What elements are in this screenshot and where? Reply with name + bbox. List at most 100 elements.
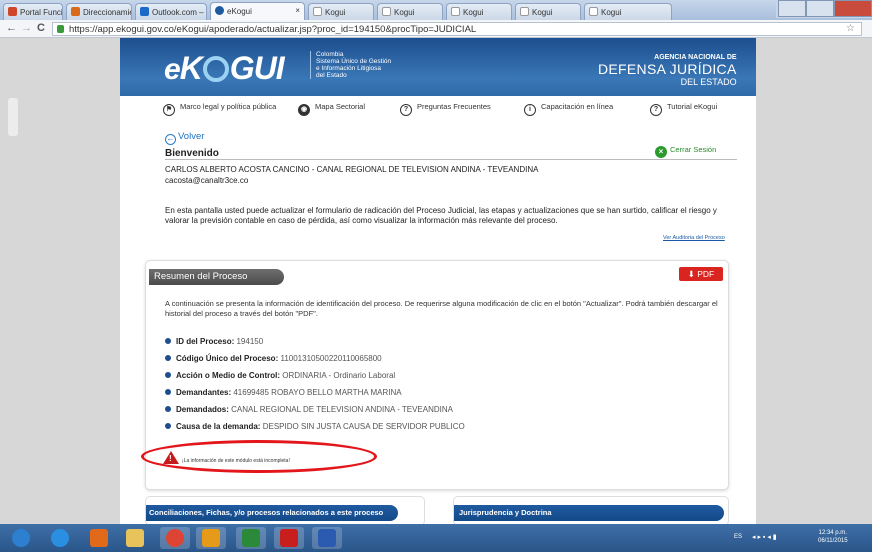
tab-label: Kogui [601, 8, 622, 17]
header-banner: eK GUI Colombia Sistema Único de Gestión … [120, 38, 756, 96]
ekogui-logo[interactable]: eK GUI [164, 50, 285, 87]
jurisprudence-box: Jurisprudencia y Doctrina [453, 496, 729, 526]
page-icon [313, 7, 322, 16]
page-icon [382, 7, 391, 16]
forward-icon[interactable]: → [21, 22, 32, 34]
divider [165, 159, 737, 160]
user-name: CARLOS ALBERTO ACOSTA CANCINO - CANAL RE… [165, 165, 539, 174]
tab-label: Outlook.com – [152, 8, 204, 17]
pdf-button[interactable]: ⬇ PDF [679, 267, 723, 281]
browser-tab-kogui[interactable]: Kogui [584, 3, 672, 20]
minimize-icon[interactable] [778, 0, 806, 17]
language-indicator[interactable]: ES [734, 534, 742, 540]
tab-label: Kogui [325, 8, 346, 17]
info-row-id: ID del Proceso: 194150 [165, 337, 725, 346]
menu-item-marco-legal[interactable]: ⚑ Marco legal y política pública [163, 102, 276, 116]
page-icon [589, 7, 598, 16]
close-tab-icon[interactable]: × [295, 6, 300, 15]
person-icon: i [524, 104, 536, 116]
user-email: cacosta@canaltr3ce.co [165, 176, 249, 185]
logout-button[interactable]: × Cerrar Sesión [655, 145, 716, 158]
address-toolbar: ← → C https://app.ekogui.gov.co/eKogui/a… [0, 20, 872, 38]
highlight-annotation [141, 440, 377, 473]
question-icon: ? [400, 104, 412, 116]
bullet-icon [165, 355, 171, 361]
taskbar-media-icon[interactable] [84, 527, 114, 549]
maximize-icon[interactable] [806, 0, 834, 17]
browser-tab-outlook[interactable]: Outlook.com – [135, 3, 207, 20]
menu-item-preguntas[interactable]: ? Preguntas Frecuentes [400, 102, 491, 116]
tab-label: Kogui [394, 8, 415, 17]
start-button[interactable] [6, 527, 36, 549]
volver-link[interactable]: ← Volver [165, 131, 204, 145]
bullet-icon [165, 338, 171, 344]
taskbar-chrome-icon[interactable] [160, 527, 190, 549]
lock-icon [57, 25, 64, 33]
taskbar-word-icon[interactable] [312, 527, 342, 549]
system-tray: ES ◂ ▸ ▪ ◂ ▮ 12:34 p.m. 06/11/2015 [722, 524, 872, 552]
taskbar-excel-icon[interactable] [236, 527, 266, 549]
info-row-accion: Acción o Medio de Control: ORDINARIA - O… [165, 371, 725, 380]
browser-tab-direccionamiento[interactable]: Direccionamien [66, 3, 132, 20]
tab-label: Portal Función [20, 8, 63, 17]
taskbar-outlook-icon[interactable] [196, 527, 226, 549]
page-icon [520, 7, 529, 16]
help-icon: ? [650, 104, 662, 116]
bookmark-star-icon[interactable]: ☆ [846, 23, 855, 34]
bullet-icon [165, 389, 171, 395]
user-info: CARLOS ALBERTO ACOSTA CANCINO - CANAL RE… [165, 164, 538, 186]
browser-tab-portal[interactable]: Portal Función [3, 3, 63, 20]
side-handle[interactable] [8, 98, 18, 136]
tab-label: Direccionamien [83, 8, 131, 17]
tray-icons[interactable]: ◂ ▸ ▪ ◂ ▮ [752, 533, 777, 541]
bullet-icon [165, 372, 171, 378]
close-circle-icon: × [655, 146, 667, 158]
taskbar-explorer-icon[interactable] [120, 527, 150, 549]
windows-taskbar: ES ◂ ▸ ▪ ◂ ▮ 12:34 p.m. 06/11/2015 [0, 524, 872, 552]
page-title: Bienvenido [165, 148, 219, 159]
summary-intro: A continuación se presenta la informació… [165, 299, 718, 318]
browser-tab-kogui[interactable]: Kogui [515, 3, 581, 20]
url-text: https://app.ekogui.gov.co/eKogui/apodera… [69, 24, 477, 35]
summary-panel: Resumen del Proceso ⬇ PDF A continuación… [141, 260, 729, 490]
tab-label: eKogui [227, 7, 252, 16]
tab-label: Kogui [532, 8, 553, 17]
favicon-icon [71, 7, 80, 16]
logo-subtitle: Colombia Sistema Único de Gestión e Info… [310, 51, 391, 79]
browser-tab-ekogui[interactable]: eKogui × [210, 2, 305, 20]
menu-item-tutorial[interactable]: ? Tutorial eKogui [650, 102, 717, 116]
browser-tab-kogui[interactable]: Kogui [377, 3, 443, 20]
flag-icon: ⚑ [163, 104, 175, 116]
audit-link[interactable]: Ver Auditoria del Proceso [663, 235, 725, 241]
clock[interactable]: 12:34 p.m. 06/11/2015 [818, 529, 848, 545]
close-window-icon[interactable] [834, 0, 872, 17]
menu-item-mapa-sectorial[interactable]: ◉ Mapa Sectorial [298, 102, 365, 116]
url-input[interactable]: https://app.ekogui.gov.co/eKogui/apodera… [52, 22, 862, 36]
browser-tab-kogui[interactable]: Kogui [446, 3, 512, 20]
ekogui-page: eK GUI Colombia Sistema Único de Gestión … [120, 38, 756, 526]
window-controls [776, 0, 872, 18]
reload-icon[interactable]: C [37, 22, 45, 34]
page-icon [451, 7, 460, 16]
menu-item-capacitacion[interactable]: i Capacitación en línea [524, 102, 613, 116]
favicon-icon [215, 6, 224, 15]
page-margin-right [756, 38, 872, 524]
arrow-left-icon: ← [165, 134, 176, 145]
bullet-icon [165, 406, 171, 412]
jurisprudence-header[interactable]: Jurisprudencia y Doctrina [454, 505, 724, 521]
favicon-icon [140, 7, 149, 16]
intro-text: En esta pantalla usted puede actualizar … [165, 206, 717, 225]
page-margin-left [0, 38, 120, 524]
top-menu: ⚑ Marco legal y política pública ◉ Mapa Se… [120, 98, 756, 118]
logo-circle-icon [202, 56, 229, 82]
browser-tab-kogui[interactable]: Kogui [308, 3, 374, 20]
taskbar-ie-icon[interactable] [45, 527, 75, 549]
related-processes-box: Conciliaciones, Fichas, y/o procesos rel… [145, 496, 425, 526]
related-processes-header[interactable]: Conciliaciones, Fichas, y/o procesos rel… [146, 505, 398, 521]
bullet-icon [165, 423, 171, 429]
taskbar-acrobat-icon[interactable] [274, 527, 304, 549]
agency-logo: AGENCIA NACIONAL DE DEFENSA JURÍDICA DEL… [598, 54, 737, 87]
back-icon[interactable]: ← [6, 22, 17, 34]
info-row-demandados: Demandados: CANAL REGIONAL DE TELEVISION… [165, 405, 725, 414]
tab-label: Kogui [463, 8, 484, 17]
